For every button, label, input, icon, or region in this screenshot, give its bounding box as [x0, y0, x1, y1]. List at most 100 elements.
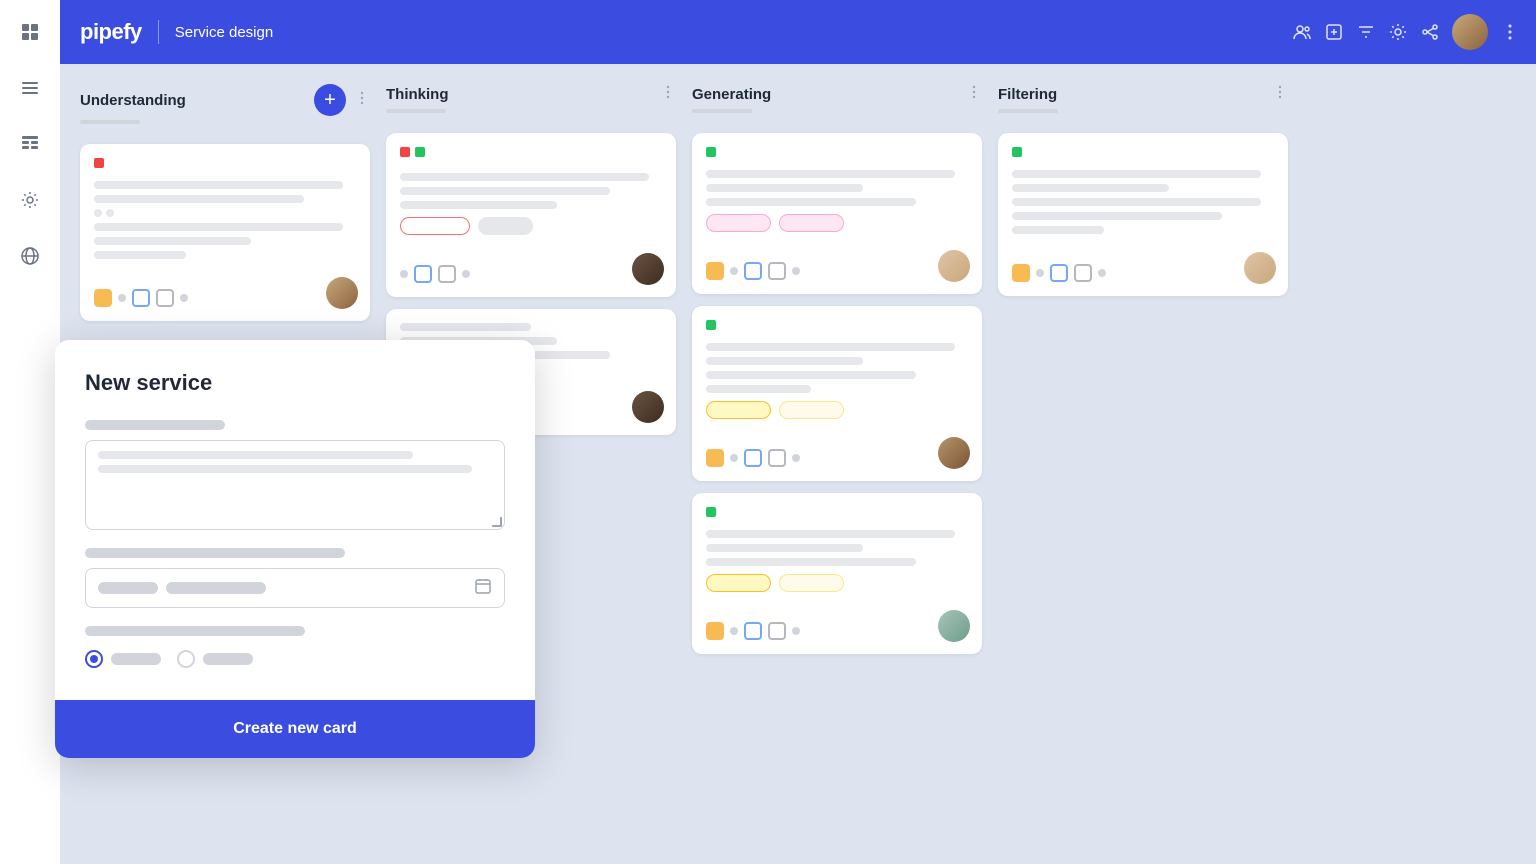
column-title: Understanding — [80, 92, 306, 109]
card-line — [706, 544, 863, 552]
connect-icon[interactable] — [1420, 22, 1440, 42]
column-menu-icon[interactable] — [660, 84, 676, 105]
card[interactable] — [386, 133, 676, 297]
sidebar-item-portal[interactable] — [14, 240, 46, 272]
radio-option-1[interactable] — [85, 650, 161, 668]
textarea-wrapper — [85, 440, 505, 530]
card-line — [1012, 226, 1104, 234]
card-label-dot — [94, 158, 104, 168]
add-card-button[interactable]: + — [314, 84, 346, 116]
column-progress-bar — [386, 109, 446, 113]
date-placeholder-text — [98, 582, 158, 594]
header-actions — [1292, 14, 1520, 50]
column-title: Thinking — [386, 86, 652, 103]
card-label-dot — [1012, 147, 1022, 157]
column-progress-bar — [80, 120, 140, 124]
settings-icon[interactable] — [1388, 22, 1408, 42]
modal-body: New service — [55, 340, 535, 700]
card-footer-icon — [706, 449, 724, 467]
card-footer-dot — [118, 294, 126, 302]
import-icon[interactable] — [1324, 22, 1344, 42]
card-line — [706, 357, 863, 365]
description-textarea[interactable] — [85, 440, 505, 530]
radio-dot — [90, 655, 98, 663]
radio-circle-selected — [85, 650, 103, 668]
card-line — [706, 184, 863, 192]
column-menu-icon[interactable] — [966, 84, 982, 105]
card[interactable] — [80, 144, 370, 321]
column-header-understanding: Understanding + — [80, 84, 370, 116]
column-generating: Generating — [692, 84, 982, 844]
textarea-line — [98, 465, 472, 473]
column-menu-icon[interactable] — [354, 90, 370, 111]
card-line — [94, 237, 251, 245]
more-icon[interactable] — [1500, 22, 1520, 42]
column-menu-icon[interactable] — [1272, 84, 1288, 105]
card-footer-dot — [730, 267, 738, 275]
card-footer-dot — [180, 294, 188, 302]
card-line — [706, 343, 955, 351]
sidebar-item-list[interactable] — [14, 72, 46, 104]
form-label-2 — [85, 548, 345, 558]
app-header: pipefy Service design — [60, 0, 1536, 64]
card-tags — [706, 401, 968, 419]
card[interactable] — [692, 133, 982, 294]
card[interactable] — [692, 306, 982, 481]
card[interactable] — [692, 493, 982, 654]
card-small-dot — [106, 209, 114, 217]
card-footer — [706, 449, 968, 467]
card-footer-icon — [156, 289, 174, 307]
sidebar-item-table[interactable] — [14, 128, 46, 160]
column-progress-bar — [998, 109, 1058, 113]
card-tags — [706, 214, 968, 232]
card-footer-dot — [792, 267, 800, 275]
textarea-resize-handle — [492, 517, 502, 527]
filter-icon[interactable] — [1356, 22, 1376, 42]
card-avatar — [1244, 252, 1276, 284]
card-label-dot — [706, 147, 716, 157]
column-title: Generating — [692, 86, 958, 103]
card-footer-dot — [730, 454, 738, 462]
card-line — [94, 223, 343, 231]
form-label-3 — [85, 626, 305, 636]
radio-label — [203, 653, 253, 665]
card-footer — [1012, 264, 1274, 282]
card-footer-icon — [1050, 264, 1068, 282]
card-footer — [400, 265, 662, 283]
card-label-dot — [706, 320, 716, 330]
user-avatar[interactable] — [1452, 14, 1488, 50]
card-avatar — [938, 250, 970, 282]
radio-group-row — [85, 650, 505, 668]
card-footer-icon — [438, 265, 456, 283]
page-title: Service design — [175, 24, 273, 41]
card-footer-icon — [94, 289, 112, 307]
card[interactable] — [998, 133, 1288, 296]
card-tag — [779, 401, 844, 419]
sidebar-item-dashboard[interactable] — [14, 16, 46, 48]
card-dots-row — [400, 147, 662, 165]
card-tag — [779, 214, 844, 232]
sidebar-item-automation[interactable] — [14, 184, 46, 216]
card-footer — [94, 289, 356, 307]
radio-option-2[interactable] — [177, 650, 253, 668]
textarea-line — [98, 451, 413, 459]
card-footer-icon — [768, 622, 786, 640]
card-footer-icon — [744, 449, 762, 467]
card-line — [94, 181, 343, 189]
card-footer-dot — [400, 270, 408, 278]
date-input[interactable] — [85, 568, 505, 608]
card-avatar — [938, 610, 970, 642]
card-avatar — [632, 253, 664, 285]
card-footer-dot — [792, 627, 800, 635]
card-footer-icon — [744, 262, 762, 280]
members-icon[interactable] — [1292, 22, 1312, 42]
create-card-button[interactable]: Create new card — [233, 720, 357, 738]
column-progress-bar — [692, 109, 752, 113]
new-card-modal: New service — [55, 340, 535, 758]
card-line — [706, 170, 955, 178]
card-line — [94, 251, 186, 259]
card-line — [706, 385, 811, 393]
card-footer-dot — [1036, 269, 1044, 277]
card-line — [706, 558, 916, 566]
form-label-1 — [85, 420, 225, 430]
